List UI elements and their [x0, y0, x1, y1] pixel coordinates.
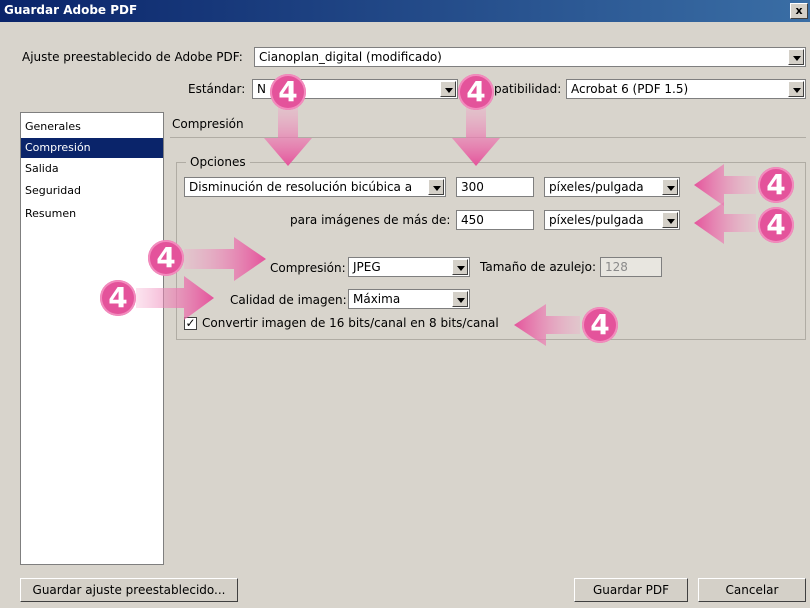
- annotation-badge: 4: [582, 307, 618, 343]
- annotation-badge: 4: [758, 207, 794, 243]
- arrow-down-1: [264, 104, 312, 166]
- save-pdf-dialog: Guardar Adobe PDF x Ajuste preestablecid…: [0, 0, 810, 608]
- annotation-badge: 4: [458, 74, 494, 110]
- annotation-badge: 4: [758, 167, 794, 203]
- arrow-left-2: [694, 202, 756, 244]
- annotation-badge: 4: [148, 240, 184, 276]
- arrow-right-2: [136, 276, 214, 320]
- arrow-left-3: [514, 304, 580, 346]
- annotation-badge: 4: [270, 74, 306, 110]
- annotation-badge: 4: [100, 280, 136, 316]
- arrow-right-1: [184, 237, 266, 281]
- arrow-down-2: [452, 104, 500, 166]
- arrow-left-1: [694, 164, 756, 206]
